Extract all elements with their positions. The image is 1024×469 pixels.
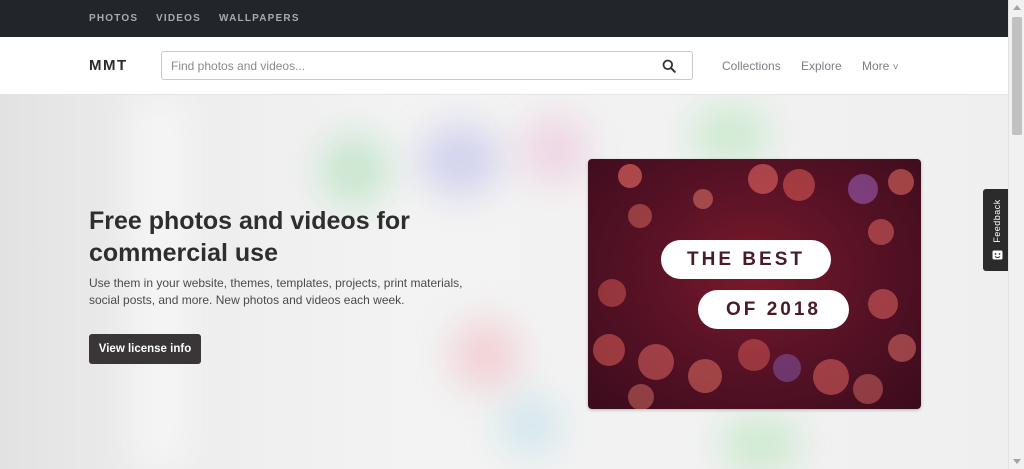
page-scrollbar[interactable] <box>1008 0 1024 469</box>
bokeh-light <box>628 204 652 228</box>
bokeh-light <box>853 374 883 404</box>
header: MMT Collections Explore More ˅ <box>0 37 1008 95</box>
scroll-down-icon[interactable] <box>1013 459 1021 464</box>
best-of-2018-card[interactable]: THE BEST OF 2018 <box>588 159 921 409</box>
nav-more[interactable]: More ˅ <box>862 59 899 73</box>
top-link-wallpapers[interactable]: WALLPAPERS <box>219 13 300 24</box>
bokeh-light <box>738 339 770 371</box>
bokeh-light <box>848 174 878 204</box>
background-blur-shape <box>450 320 520 390</box>
feedback-icon <box>992 250 1003 260</box>
top-bar: PHOTOS VIDEOS WALLPAPERS <box>0 0 1008 37</box>
background-blur-shape <box>320 135 390 205</box>
bokeh-light <box>593 334 625 366</box>
bokeh-light <box>868 289 898 319</box>
promo-line-2: OF 2018 <box>698 290 849 329</box>
bokeh-light <box>783 169 815 201</box>
background-blur-shape <box>420 125 500 195</box>
promo-line-1: THE BEST <box>661 240 831 279</box>
top-link-photos[interactable]: PHOTOS <box>89 13 138 24</box>
bokeh-light <box>598 279 626 307</box>
top-link-videos[interactable]: VIDEOS <box>156 13 201 24</box>
hero-section: Free photos and videos for commercial us… <box>0 95 1008 469</box>
search-input[interactable] <box>171 57 641 75</box>
background-blur-shape <box>500 395 560 455</box>
scrollbar-thumb[interactable] <box>1012 17 1022 135</box>
bokeh-light <box>628 384 654 409</box>
bokeh-light <box>748 164 778 194</box>
feedback-tab[interactable]: Feedback <box>983 189 1011 271</box>
bokeh-light <box>688 359 722 393</box>
chevron-down-icon: ˅ <box>892 62 899 73</box>
feedback-label: Feedback <box>992 199 1002 243</box>
bokeh-light <box>868 219 894 245</box>
background-blur-shape <box>720 415 800 469</box>
nav-collections[interactable]: Collections <box>722 59 781 73</box>
bokeh-light <box>693 189 713 209</box>
scroll-up-icon[interactable] <box>1013 5 1021 10</box>
bokeh-light <box>888 334 916 362</box>
hero-description: Use them in your website, themes, templa… <box>89 276 463 307</box>
bokeh-light <box>813 359 849 395</box>
search-box <box>161 51 693 80</box>
view-license-button[interactable]: View license info <box>89 334 201 364</box>
bokeh-light <box>888 169 914 195</box>
background-blur-shape <box>690 105 770 165</box>
background-blur-shape <box>520 115 590 185</box>
bokeh-light <box>638 344 674 380</box>
nav-more-label: More <box>862 59 890 73</box>
nav-explore[interactable]: Explore <box>801 59 842 73</box>
logo[interactable]: MMT <box>89 57 128 74</box>
search-icon[interactable] <box>662 59 676 73</box>
bokeh-light <box>618 164 642 188</box>
bokeh-light <box>773 354 801 382</box>
hero-title: Free photos and videos for commercial us… <box>89 207 410 267</box>
